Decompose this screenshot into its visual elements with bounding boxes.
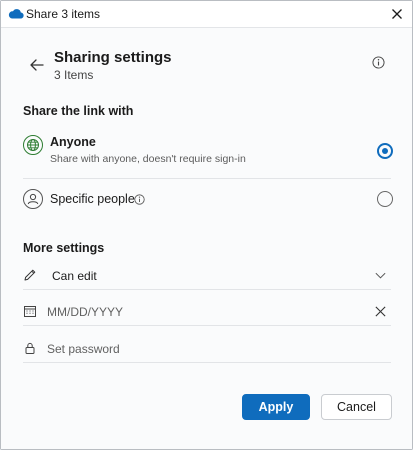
option-specific-people[interactable]: Specific people [23,188,393,214]
share-dialog: Share 3 items Sharing settings 3 Items S… [0,0,413,450]
radio-anyone[interactable] [377,143,393,159]
option-anyone-title: Anyone [50,135,96,149]
item-count: 3 Items [54,68,94,82]
title-bar: Share 3 items [1,1,412,28]
calendar-icon [24,306,36,317]
divider [23,362,391,363]
dialog-content: Sharing settings 3 Items Share the link … [1,28,412,449]
divider [23,325,391,326]
page-title: Sharing settings [54,49,172,66]
clear-icon[interactable] [374,305,387,318]
cancel-button[interactable]: Cancel [321,394,392,420]
divider [23,178,391,179]
chevron-down-icon[interactable] [374,269,387,282]
person-icon [27,193,39,205]
option-anyone[interactable]: Anyone Share with anyone, doesn't requir… [23,133,393,173]
permission-dropdown[interactable]: Can edit [23,265,391,287]
option-anyone-description: Share with anyone, doesn't require sign-… [50,153,246,165]
share-section-label: Share the link with [23,104,134,118]
person-icon-badge [23,189,43,209]
close-icon[interactable] [388,5,406,23]
lock-icon [25,342,35,354]
permission-value: Can edit [52,269,97,283]
back-arrow-icon[interactable] [28,56,46,74]
window-title: Share 3 items [26,7,101,21]
password-field[interactable]: Set password [23,338,391,360]
info-icon[interactable] [372,56,385,69]
info-icon[interactable] [134,194,145,205]
divider [23,289,391,290]
onedrive-cloud-icon [8,9,24,19]
globe-icon [27,139,39,151]
more-settings-label: More settings [23,241,105,255]
radio-specific-people[interactable] [377,191,393,207]
expiry-date-field[interactable]: MM/DD/YYYY [23,301,391,323]
apply-button[interactable]: Apply [242,394,310,420]
option-specific-people-title: Specific people [50,192,135,206]
expiry-date-input[interactable]: MM/DD/YYYY [47,305,123,319]
password-input[interactable]: Set password [47,342,120,356]
pencil-icon [24,269,36,281]
globe-icon-badge [23,135,43,155]
